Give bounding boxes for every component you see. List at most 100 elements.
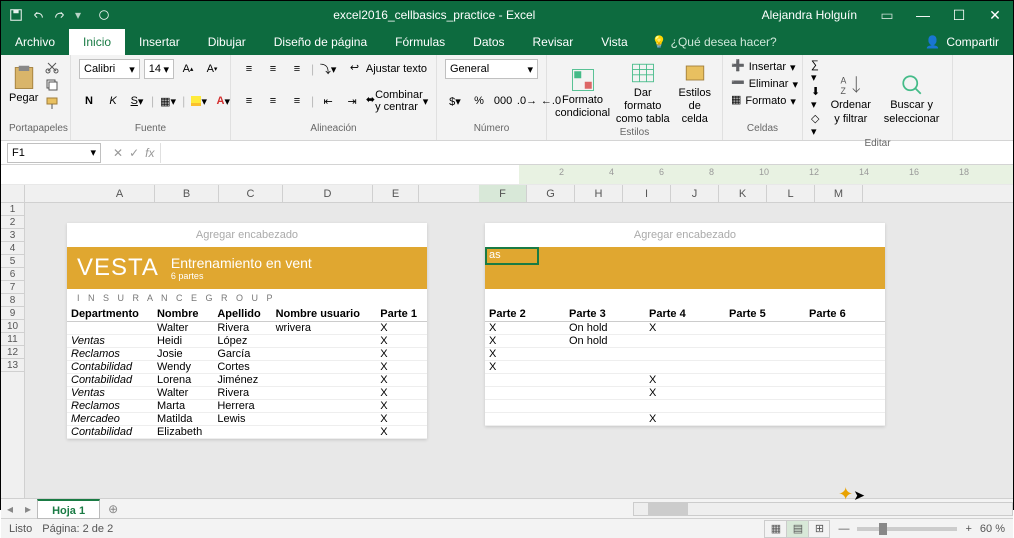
data-table-left[interactable]: DepartmentoNombreApellidoNombre usuarioP… xyxy=(67,307,427,439)
page-header-left[interactable]: Agregar encabezado xyxy=(67,223,427,247)
tab-draw[interactable]: Dibujar xyxy=(194,29,260,55)
cut-icon[interactable] xyxy=(44,59,60,75)
font-name-combo[interactable]: Calibri▾ xyxy=(79,59,140,79)
ribbon-options-icon[interactable]: ▭ xyxy=(869,1,905,29)
view-break-button[interactable]: ⊞ xyxy=(808,520,830,538)
col-A[interactable]: A xyxy=(85,185,155,202)
row-11[interactable]: 11 xyxy=(1,333,24,346)
italic-button[interactable]: K xyxy=(103,91,123,111)
enter-formula-icon[interactable]: ✓ xyxy=(129,146,139,160)
name-box[interactable]: F1▾ xyxy=(7,143,101,163)
tab-review[interactable]: Revisar xyxy=(519,29,588,55)
row-10[interactable]: 10 xyxy=(1,320,24,333)
row-5[interactable]: 5 xyxy=(1,255,24,268)
format-painter-icon[interactable] xyxy=(44,95,60,111)
sort-filter-button[interactable]: AZOrdenar y filtrar xyxy=(826,71,875,125)
align-right-icon[interactable]: ≡ xyxy=(287,91,307,111)
col-E[interactable]: E xyxy=(373,185,419,202)
selected-cell[interactable]: as xyxy=(485,247,539,265)
tellme-search[interactable]: 💡¿Qué desea hacer? xyxy=(652,35,777,49)
tab-file[interactable]: Archivo xyxy=(1,29,69,55)
col-L[interactable]: L xyxy=(767,185,815,202)
row-3[interactable]: 3 xyxy=(1,229,24,242)
align-left-icon[interactable]: ≡ xyxy=(239,91,259,111)
close-button[interactable]: ✕ xyxy=(977,1,1013,29)
view-layout-button[interactable]: ▤ xyxy=(786,520,808,538)
row-2[interactable]: 2 xyxy=(1,216,24,229)
formula-bar[interactable] xyxy=(160,143,1013,163)
touch-icon[interactable] xyxy=(97,8,111,22)
tab-view[interactable]: Vista xyxy=(587,29,641,55)
border-button[interactable]: ▦▾ xyxy=(158,91,178,111)
col-M[interactable]: M xyxy=(815,185,863,202)
tab-insert[interactable]: Insertar xyxy=(125,29,194,55)
col-I[interactable]: I xyxy=(623,185,671,202)
orientation-icon[interactable]: ⤵▾ xyxy=(318,59,338,79)
add-sheet-button[interactable]: ⊕ xyxy=(100,502,126,516)
tab-data[interactable]: Datos xyxy=(459,29,518,55)
tab-home[interactable]: Inicio xyxy=(69,29,125,55)
zoom-slider[interactable] xyxy=(857,527,957,531)
zoom-in-button[interactable]: + xyxy=(965,523,971,535)
tab-layout[interactable]: Diseño de página xyxy=(260,29,381,55)
indent-increase-icon[interactable]: ⇥ xyxy=(342,91,362,111)
autosum-button[interactable]: ∑ ▾ xyxy=(811,59,822,84)
insert-cells-button[interactable]: ➕Insertar▾ xyxy=(731,59,794,75)
zoom-out-button[interactable]: — xyxy=(838,523,849,535)
sheet-nav-next[interactable]: ▸ xyxy=(19,502,37,516)
delete-cells-button[interactable]: ➖Eliminar▾ xyxy=(731,76,794,92)
share-button[interactable]: 👤Compartir xyxy=(911,35,1013,49)
underline-button[interactable]: S▾ xyxy=(127,91,147,111)
row-7[interactable]: 7 xyxy=(1,281,24,294)
col-J[interactable]: J xyxy=(671,185,719,202)
row-13[interactable]: 13 xyxy=(1,359,24,372)
align-center-icon[interactable]: ≡ xyxy=(263,91,283,111)
currency-icon[interactable]: $▾ xyxy=(445,91,465,111)
find-select-button[interactable]: Buscar y seleccionar xyxy=(879,71,944,125)
row-12[interactable]: 12 xyxy=(1,346,24,359)
data-table-right[interactable]: Parte 2Parte 3Parte 4Parte 5Parte 6XOn h… xyxy=(485,307,885,426)
col-K[interactable]: K xyxy=(719,185,767,202)
cell-styles-button[interactable]: Estilos de celda xyxy=(676,59,715,127)
select-all-corner[interactable] xyxy=(1,185,25,202)
minimize-button[interactable]: — xyxy=(905,1,941,29)
col-B[interactable]: B xyxy=(155,185,219,202)
col-D[interactable]: D xyxy=(283,185,373,202)
bold-button[interactable]: N xyxy=(79,91,99,111)
align-middle-icon[interactable]: ≡ xyxy=(263,59,283,79)
view-normal-button[interactable]: ▦ xyxy=(764,520,786,538)
cancel-formula-icon[interactable]: ✕ xyxy=(113,146,123,160)
col-F[interactable]: F xyxy=(479,185,527,202)
wrap-text-button[interactable]: ↩Ajustar texto xyxy=(349,59,428,79)
grow-font-icon[interactable]: A▴ xyxy=(178,59,198,79)
user-name[interactable]: Alejandra Holguín xyxy=(750,8,869,22)
percent-icon[interactable]: % xyxy=(469,91,489,111)
align-top-icon[interactable]: ≡ xyxy=(239,59,259,79)
format-table-button[interactable]: Dar formato como tabla xyxy=(614,59,671,127)
shrink-font-icon[interactable]: A▾ xyxy=(202,59,222,79)
comma-icon[interactable]: 000 xyxy=(493,91,513,111)
maximize-button[interactable]: ☐ xyxy=(941,1,977,29)
save-icon[interactable] xyxy=(9,8,23,22)
col-C[interactable]: C xyxy=(219,185,283,202)
fill-button[interactable]: ⬇ ▾ xyxy=(811,85,822,111)
col-H[interactable]: H xyxy=(575,185,623,202)
redo-icon[interactable] xyxy=(53,8,67,22)
sheet-nav-prev[interactable]: ◂ xyxy=(1,502,19,516)
fx-icon[interactable]: fx xyxy=(145,146,154,160)
font-size-combo[interactable]: 14▾ xyxy=(144,59,174,79)
row-4[interactable]: 4 xyxy=(1,242,24,255)
row-1[interactable]: 1 xyxy=(1,203,24,216)
row-6[interactable]: 6 xyxy=(1,268,24,281)
paste-button[interactable]: Pegar xyxy=(9,64,38,105)
row-8[interactable]: 8 xyxy=(1,294,24,307)
page-header-right[interactable]: Agregar encabezado xyxy=(485,223,885,247)
clear-button[interactable]: ◇ ▾ xyxy=(811,112,822,138)
conditional-format-button[interactable]: Formato condicional xyxy=(555,66,610,120)
row-9[interactable]: 9 xyxy=(1,307,24,320)
zoom-level[interactable]: 60 % xyxy=(980,523,1005,535)
horizontal-scrollbar[interactable] xyxy=(633,502,1013,516)
copy-icon[interactable] xyxy=(44,77,60,93)
align-bottom-icon[interactable]: ≡ xyxy=(287,59,307,79)
indent-decrease-icon[interactable]: ⇤ xyxy=(318,91,338,111)
